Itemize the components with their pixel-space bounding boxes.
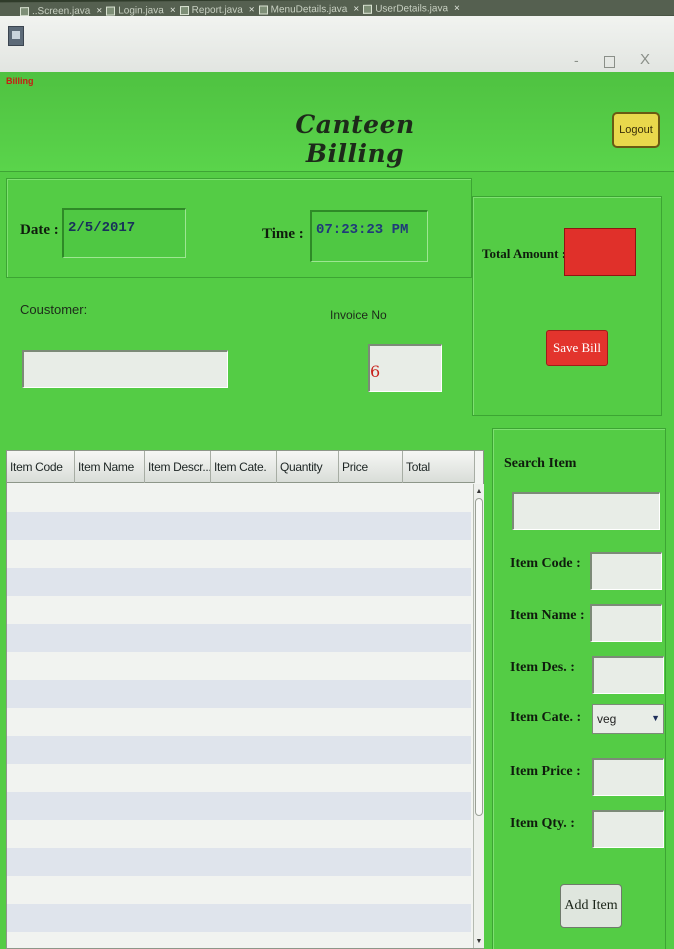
- customer-label: Coustomer:: [20, 302, 88, 317]
- item-name-input[interactable]: [590, 604, 662, 642]
- java-file-icon: [363, 4, 373, 14]
- tab-close-icon[interactable]: ×: [249, 4, 255, 15]
- java-file-icon: [179, 5, 189, 15]
- date-value: 2/5/2017: [68, 220, 136, 236]
- item-code-label: Item Code :: [510, 556, 581, 571]
- tab-close-icon[interactable]: ×: [170, 5, 176, 16]
- item-price-label: Item Price :: [510, 764, 581, 779]
- billing-window: - X Billing Canteen Billing Logout Date …: [0, 16, 674, 949]
- close-button[interactable]: X: [640, 51, 650, 68]
- java-file-icon: [258, 4, 268, 15]
- date-field: 2/5/2017: [62, 208, 186, 258]
- ide-tab[interactable]: Report.java ×: [179, 4, 255, 16]
- item-code-input[interactable]: [590, 552, 662, 590]
- item-qty-input[interactable]: [592, 810, 664, 848]
- item-category-select[interactable]: veg ▼: [592, 704, 664, 734]
- scroll-up-icon[interactable]: ▲: [474, 486, 484, 496]
- add-item-button[interactable]: Add Item: [560, 884, 622, 928]
- customer-input[interactable]: [22, 350, 228, 388]
- frame-label: Billing: [6, 76, 34, 86]
- window-titlebar[interactable]: - X: [0, 16, 674, 72]
- column-header[interactable]: Item Descr...: [145, 451, 211, 483]
- item-description-label: Item Des. :: [510, 660, 575, 675]
- column-header[interactable]: Total: [403, 451, 475, 483]
- time-field: 07:23:23 PM: [310, 210, 428, 262]
- java-file-icon: [20, 6, 29, 16]
- item-name-label: Item Name :: [510, 608, 585, 623]
- scroll-down-icon[interactable]: ▼: [474, 936, 484, 946]
- header-bar: Billing Canteen Billing Logout: [0, 72, 674, 172]
- page-title: Canteen Billing: [295, 110, 415, 168]
- billing-form: Billing Canteen Billing Logout Date : 2/…: [0, 72, 674, 949]
- column-header[interactable]: Price: [339, 451, 403, 483]
- time-value: 07:23:23 PM: [316, 222, 409, 238]
- column-header[interactable]: Quantity: [277, 451, 339, 483]
- java-file-icon: [106, 6, 116, 16]
- item-category-value: veg: [597, 712, 617, 726]
- item-description-input[interactable]: [592, 656, 664, 694]
- column-header[interactable]: Item Code: [7, 451, 75, 483]
- ide-tab[interactable]: ..Screen.java ×: [20, 5, 102, 17]
- ide-tab[interactable]: Login.java ×: [106, 5, 176, 16]
- invoice-label: Invoice No: [330, 308, 387, 322]
- java-app-icon: [8, 26, 24, 46]
- column-header[interactable]: Item Name: [75, 451, 145, 483]
- tab-close-icon[interactable]: ×: [96, 5, 102, 16]
- date-label: Date :: [20, 222, 59, 238]
- tab-close-icon[interactable]: ×: [353, 3, 359, 14]
- maximize-button[interactable]: [604, 56, 615, 68]
- invoice-number-value: 6: [370, 362, 381, 381]
- tab-close-icon[interactable]: ×: [454, 3, 460, 14]
- minimize-button[interactable]: -: [574, 52, 579, 68]
- total-amount-label: Total Amount :: [482, 246, 567, 261]
- column-header[interactable]: Item Cate.: [211, 451, 277, 483]
- bill-table[interactable]: Item Code Item Name Item Descr... Item C…: [6, 450, 484, 949]
- item-category-label: Item Cate. :: [510, 710, 582, 725]
- ide-tab[interactable]: MenuDetails.java ×: [258, 3, 359, 15]
- ide-tab[interactable]: UserDetails.java ×: [363, 3, 460, 15]
- scroll-thumb[interactable]: [475, 498, 483, 816]
- table-header: Item Code Item Name Item Descr... Item C…: [7, 451, 475, 483]
- item-qty-label: Item Qty. :: [510, 816, 575, 831]
- chevron-down-icon: ▼: [651, 713, 660, 723]
- search-item-title: Search Item: [504, 456, 577, 471]
- invoice-number-field: 6: [368, 344, 442, 392]
- save-bill-button[interactable]: Save Bill: [546, 330, 608, 366]
- item-price-input[interactable]: [592, 758, 664, 796]
- table-body[interactable]: [7, 484, 471, 948]
- total-amount-field: [564, 228, 636, 276]
- time-label: Time :: [262, 226, 304, 242]
- logout-button[interactable]: Logout: [612, 112, 660, 148]
- search-item-input[interactable]: [512, 492, 660, 530]
- table-scrollbar[interactable]: ▲ ▼: [473, 484, 484, 948]
